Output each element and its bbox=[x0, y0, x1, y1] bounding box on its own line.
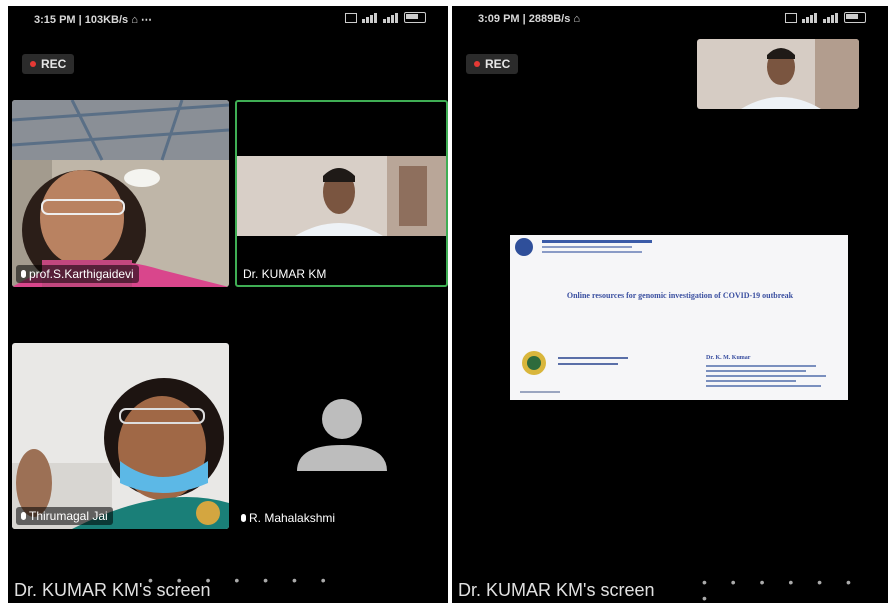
active-speaker-tile[interactable]: Dr. KUMAR KM bbox=[235, 100, 448, 287]
avatar-placeholder-icon bbox=[297, 399, 387, 471]
record-dot-icon bbox=[30, 61, 36, 67]
video-tile[interactable]: prof.S.Karthigaidevi bbox=[12, 100, 229, 287]
participant-label: Thirumagal Jai bbox=[16, 507, 113, 525]
slide-title: Online resources for genomic investigati… bbox=[566, 291, 794, 300]
floating-video-thumbnail[interactable] bbox=[697, 39, 859, 109]
shared-slide: Online resources for genomic investigati… bbox=[510, 235, 848, 400]
left-screenshot: 3:15 PM | 103KB/s ⌂ ⋯ REC prof.S.Karthig… bbox=[8, 6, 448, 603]
participant-name: Thirumagal Jai bbox=[29, 509, 108, 523]
video-tile[interactable]: Thirumagal Jai bbox=[12, 343, 229, 529]
participant-video bbox=[12, 343, 229, 529]
mic-icon bbox=[241, 514, 246, 522]
participant-video bbox=[237, 156, 446, 236]
screen-share-label: Dr. KUMAR KM's screen bbox=[458, 580, 655, 600]
status-time: 3:15 PM | 103KB/s ⌂ ⋯ bbox=[34, 14, 152, 26]
participant-name: prof.S.Karthigaidevi bbox=[29, 267, 134, 281]
rec-label: REC bbox=[41, 57, 67, 71]
record-dot-icon bbox=[474, 61, 480, 67]
battery-icon bbox=[844, 12, 866, 23]
video-off-tile[interactable]: R. Mahalakshmi bbox=[235, 343, 448, 529]
participant-name: R. Mahalakshmi bbox=[249, 511, 336, 525]
recording-indicator: REC bbox=[466, 54, 519, 74]
status-bar: 3:15 PM | 103KB/s ⌂ ⋯ bbox=[8, 6, 448, 30]
slide-graphics bbox=[515, 238, 826, 393]
status-icons bbox=[785, 12, 866, 23]
mic-icon bbox=[21, 270, 26, 278]
signal-icon bbox=[802, 12, 818, 23]
notification-icon bbox=[785, 12, 797, 23]
loading-dots: • • • • • • • bbox=[702, 574, 861, 603]
notification-icon bbox=[345, 12, 357, 23]
battery-icon bbox=[404, 12, 426, 23]
participant-label: R. Mahalakshmi bbox=[241, 511, 335, 525]
status-icons bbox=[345, 12, 426, 23]
screen-share-label: Dr. KUMAR KM's screen bbox=[14, 580, 211, 600]
slide-presenter: Dr. K. M. Kumar bbox=[706, 355, 751, 361]
right-screenshot: 3:09 PM | 2889B/s ⌂ REC Online resources… bbox=[452, 6, 888, 603]
recording-indicator: REC bbox=[22, 54, 75, 74]
participant-video bbox=[697, 39, 859, 109]
mic-icon bbox=[21, 512, 26, 520]
participant-label: prof.S.Karthigaidevi bbox=[16, 265, 139, 283]
status-bar: 3:09 PM | 2889B/s ⌂ bbox=[452, 6, 888, 30]
participant-video bbox=[12, 100, 229, 287]
signal-2-icon bbox=[823, 12, 839, 23]
signal-2-icon bbox=[383, 12, 399, 23]
participant-label: Dr. KUMAR KM bbox=[243, 267, 326, 281]
rec-label: REC bbox=[485, 57, 511, 71]
status-time: 3:09 PM | 2889B/s ⌂ bbox=[478, 13, 581, 25]
signal-icon bbox=[362, 12, 378, 23]
participant-name: Dr. KUMAR KM bbox=[243, 267, 327, 281]
